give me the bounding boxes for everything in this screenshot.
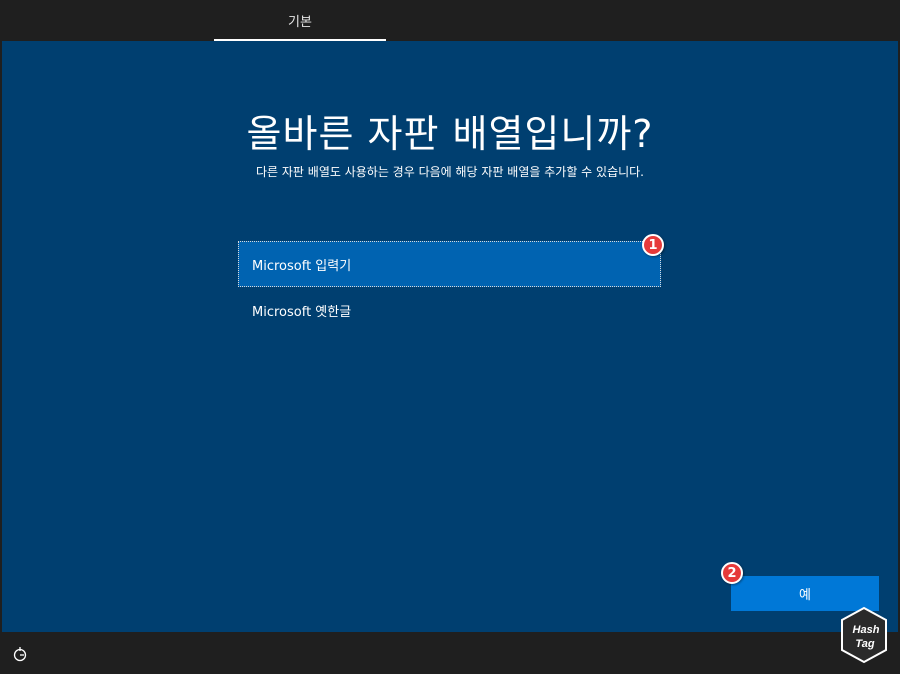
- keyboard-layout-list: Microsoft 입력기 Microsoft 옛한글: [238, 241, 661, 333]
- watermark-text-line1: Hash: [853, 624, 880, 636]
- step-badge-1: 1: [642, 234, 664, 256]
- tab-basic[interactable]: 기본: [214, 0, 386, 40]
- layout-option-label: Microsoft 옛한글: [252, 304, 352, 320]
- ease-of-access-icon[interactable]: [12, 646, 28, 662]
- top-bar: 기본: [0, 0, 900, 42]
- page-title: 올바른 자판 배열입니까?: [246, 112, 654, 156]
- layout-option-label: Microsoft 입력기: [252, 258, 352, 274]
- oobe-panel: 올바른 자판 배열입니까? 다른 자판 배열도 사용하는 경우 다음에 해당 자…: [2, 41, 898, 632]
- bottom-bar: [0, 632, 900, 674]
- page-subtitle: 다른 자판 배열도 사용하는 경우 다음에 해당 자판 배열을 추가할 수 있습…: [255, 165, 645, 179]
- layout-option-microsoft-ime[interactable]: Microsoft 입력기: [238, 241, 661, 287]
- watermark-text-line2: Tag: [855, 638, 874, 650]
- layout-option-microsoft-old-hangul[interactable]: Microsoft 옛한글: [238, 287, 661, 333]
- step-badge-2: 2: [721, 562, 743, 584]
- hashtag-logo: Hash Tag: [841, 606, 887, 664]
